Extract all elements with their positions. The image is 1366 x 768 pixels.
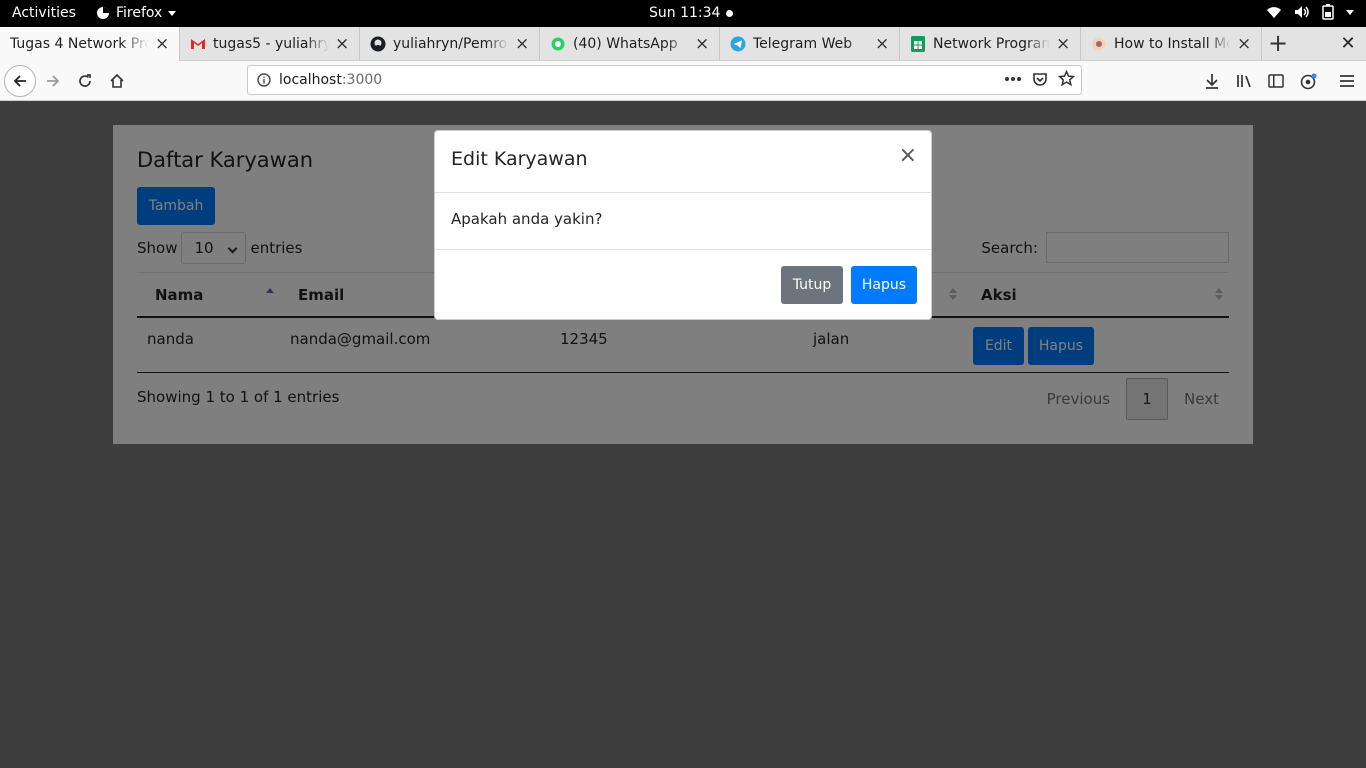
sidebar-button[interactable] bbox=[1260, 65, 1292, 97]
tab-install[interactable]: How to Install Mon × bbox=[1081, 27, 1262, 61]
tab-github[interactable]: yuliahryn/Pemrog × bbox=[360, 27, 540, 61]
whatsapp-icon bbox=[550, 36, 566, 52]
close-icon[interactable]: × bbox=[155, 34, 169, 54]
dialog-message: Apakah anda yakin? bbox=[451, 210, 603, 228]
system-top-bar: Activities Firefox Sun 11:34 bbox=[0, 0, 1366, 27]
download-icon bbox=[1206, 74, 1218, 89]
close-icon[interactable]: × bbox=[1237, 34, 1251, 54]
dialog-footer: Tutup Hapus bbox=[435, 249, 931, 319]
tab-title: How to Install Mon bbox=[1114, 36, 1231, 52]
close-icon[interactable]: × bbox=[1056, 34, 1070, 54]
arrow-left-icon bbox=[13, 75, 26, 87]
system-tray[interactable] bbox=[1266, 4, 1354, 20]
more-actions-icon[interactable] bbox=[1004, 76, 1022, 82]
gmail-icon bbox=[190, 36, 206, 52]
close-icon[interactable]: × bbox=[899, 144, 917, 168]
tab-sheets[interactable]: Network Program × bbox=[900, 27, 1081, 61]
arrow-right-icon bbox=[47, 75, 60, 87]
home-icon bbox=[110, 73, 124, 88]
sidebar-icon bbox=[1268, 74, 1284, 88]
window-close-button[interactable]: ✕ bbox=[1336, 27, 1360, 61]
reload-button[interactable] bbox=[69, 65, 101, 97]
notification-dot-icon bbox=[726, 9, 734, 17]
wifi-icon bbox=[1267, 7, 1281, 18]
dialog-header: Edit Karyawan × bbox=[435, 131, 931, 193]
close-icon[interactable]: × bbox=[515, 34, 529, 54]
url-host: localhost bbox=[279, 72, 342, 88]
sheets-icon bbox=[910, 36, 926, 52]
site-icon bbox=[1091, 36, 1107, 52]
firefox-icon bbox=[97, 7, 109, 19]
tab-telegram[interactable]: Telegram Web × bbox=[720, 27, 900, 61]
github-icon bbox=[370, 36, 386, 52]
app-menu[interactable]: Firefox bbox=[96, 5, 177, 21]
tab-title: tugas5 - yuliahryn bbox=[213, 36, 329, 52]
clock[interactable]: Sun 11:34 bbox=[649, 5, 734, 21]
tab-strip: Tugas 4 Network Pro × tugas5 - yuliahryn… bbox=[0, 27, 1366, 61]
library-button[interactable] bbox=[1228, 65, 1260, 97]
confirm-delete-button[interactable]: Hapus bbox=[851, 266, 917, 304]
library-icon bbox=[1236, 75, 1251, 88]
clock-label: Sun 11:34 bbox=[649, 5, 721, 21]
chevron-down-icon bbox=[1346, 9, 1354, 15]
activities-button[interactable]: Activities bbox=[12, 5, 76, 21]
back-button[interactable] bbox=[4, 65, 36, 97]
hamburger-menu-icon bbox=[1340, 75, 1354, 87]
tab-title: (40) WhatsApp bbox=[573, 36, 678, 52]
new-tab-button[interactable]: + bbox=[1262, 27, 1294, 61]
tab-title: Network Program bbox=[933, 36, 1050, 52]
close-icon[interactable]: × bbox=[335, 34, 349, 54]
url-port: :3000 bbox=[341, 72, 383, 88]
tab-title: yuliahryn/Pemrog bbox=[393, 36, 509, 52]
close-icon[interactable]: × bbox=[875, 34, 889, 54]
volume-icon bbox=[1295, 6, 1309, 18]
account-button[interactable] bbox=[1292, 65, 1324, 97]
dialog-title: Edit Karyawan bbox=[451, 148, 588, 170]
battery-icon bbox=[1322, 4, 1334, 20]
reload-icon bbox=[79, 74, 91, 87]
tab-title: Tugas 4 Network Pro bbox=[10, 36, 149, 52]
home-button[interactable] bbox=[101, 65, 133, 97]
address-bar[interactable]: localhost:3000 bbox=[247, 65, 1082, 95]
bookmark-star-icon[interactable] bbox=[1058, 70, 1075, 87]
pocket-icon[interactable] bbox=[1032, 71, 1048, 87]
tab-whatsapp[interactable]: (40) WhatsApp × bbox=[540, 27, 720, 61]
downloads-button[interactable] bbox=[1196, 65, 1228, 97]
forward-button[interactable] bbox=[37, 65, 69, 97]
close-icon[interactable]: × bbox=[695, 34, 709, 54]
telegram-icon bbox=[730, 36, 746, 52]
tab-tugas4[interactable]: Tugas 4 Network Pro × bbox=[0, 27, 180, 61]
chevron-down-icon bbox=[168, 10, 177, 16]
account-icon bbox=[1300, 73, 1316, 89]
menu-button[interactable] bbox=[1331, 65, 1363, 97]
close-button[interactable]: Tutup bbox=[781, 266, 843, 304]
navigation-toolbar: localhost:3000 bbox=[0, 61, 1366, 101]
tab-title: Telegram Web bbox=[753, 36, 853, 52]
info-icon[interactable] bbox=[257, 73, 271, 87]
tab-gmail[interactable]: tugas5 - yuliahryn × bbox=[180, 27, 360, 61]
app-menu-label: Firefox bbox=[116, 5, 163, 21]
confirm-dialog: Edit Karyawan × Apakah anda yakin? Tutup… bbox=[434, 130, 932, 320]
